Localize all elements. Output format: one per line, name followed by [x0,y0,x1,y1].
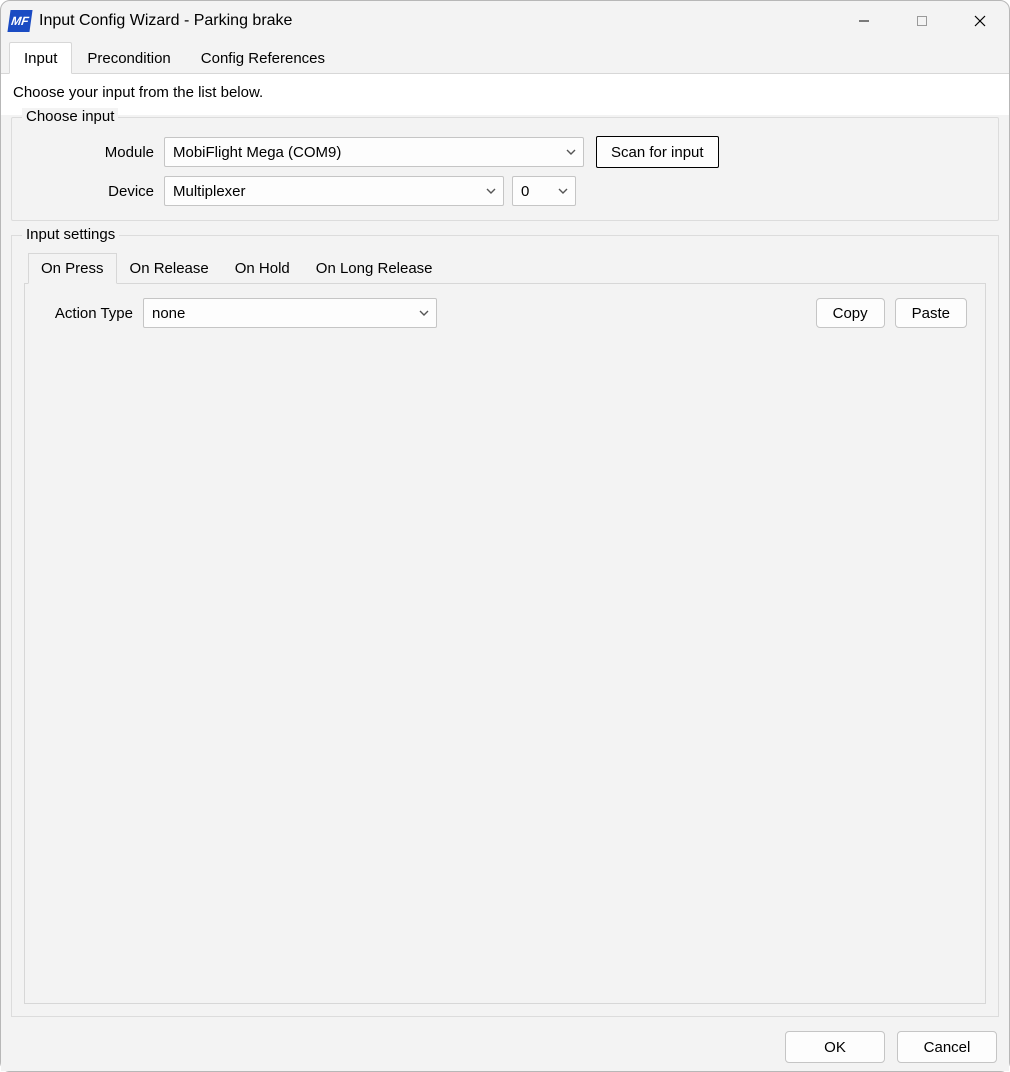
close-icon [974,15,986,27]
action-type-combo[interactable]: none [143,298,437,328]
tab-on-release[interactable]: On Release [117,253,222,284]
tab-input[interactable]: Input [9,42,72,74]
device-index-combo[interactable]: 0 [512,176,576,206]
tab-on-hold[interactable]: On Hold [222,253,303,284]
window-controls [835,1,1009,41]
module-label: Module [24,144,164,161]
action-type-label: Action Type [43,305,143,322]
maximize-icon [916,15,928,27]
app-icon-text: MF [10,14,29,28]
instruction-text: Choose your input from the list below. [13,84,999,115]
app-icon: MF [7,10,32,32]
module-value: MobiFlight Mega (COM9) [173,144,341,161]
device-label: Device [24,183,164,200]
cancel-button[interactable]: Cancel [897,1031,997,1063]
tab-config-references[interactable]: Config References [186,42,340,74]
module-row: Module MobiFlight Mega (COM9) Scan for i… [24,136,986,168]
device-value: Multiplexer [173,183,246,200]
choose-input-group: Choose input Module MobiFlight Mega (COM… [11,117,999,221]
paste-button[interactable]: Paste [895,298,967,328]
tab-precondition[interactable]: Precondition [72,42,185,74]
main-tab-panel: Choose your input from the list below. [1,73,1009,115]
tab-label: Config References [201,50,325,67]
ok-button[interactable]: OK [785,1031,885,1063]
input-settings-panel: Action Type none Copy Paste [24,283,986,1004]
input-settings-legend: Input settings [22,226,119,243]
button-label: Cancel [924,1039,971,1056]
button-label: OK [824,1039,846,1056]
tab-label: On Release [130,260,209,277]
chevron-down-icon [485,185,497,197]
chevron-down-icon [565,146,577,158]
maximize-button[interactable] [893,1,951,41]
tab-label: Precondition [87,50,170,67]
button-label: Copy [833,305,868,322]
minimize-button[interactable] [835,1,893,41]
action-type-value: none [152,305,185,322]
device-row: Device Multiplexer 0 [24,176,986,206]
copy-button[interactable]: Copy [816,298,885,328]
input-settings-group: Input settings On Press On Release On Ho… [11,235,999,1017]
scan-for-input-button[interactable]: Scan for input [596,136,719,168]
tab-on-long-release[interactable]: On Long Release [303,253,446,284]
button-label: Paste [912,305,950,322]
choose-input-legend: Choose input [22,108,118,125]
dialog-button-bar: OK Cancel [1,1023,1009,1071]
button-label: Scan for input [611,144,704,161]
window-root: MF Input Config Wizard - Parking brake I… [0,0,1010,1072]
action-type-row: Action Type none Copy Paste [43,298,967,328]
minimize-icon [858,15,870,27]
tab-label: Input [24,50,57,67]
tab-label: On Hold [235,260,290,277]
tab-label: On Press [41,260,104,277]
tab-on-press[interactable]: On Press [28,253,117,284]
tab-label: On Long Release [316,260,433,277]
close-button[interactable] [951,1,1009,41]
title-bar: MF Input Config Wizard - Parking brake [1,1,1009,41]
device-combo[interactable]: Multiplexer [164,176,504,206]
chevron-down-icon [418,307,430,319]
chevron-down-icon [557,185,569,197]
window-title: Input Config Wizard - Parking brake [39,12,292,30]
client-area: Choose input Module MobiFlight Mega (COM… [1,115,1009,1023]
module-combo[interactable]: MobiFlight Mega (COM9) [164,137,584,167]
device-index-value: 0 [521,183,529,200]
main-tabstrip: Input Precondition Config References [1,41,1009,73]
input-settings-tabstrip: On Press On Release On Hold On Long Rele… [24,252,986,283]
